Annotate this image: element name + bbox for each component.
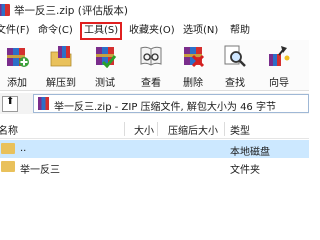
wizard-button[interactable]: 向导 [258,40,300,90]
list-item-parent[interactable]: .. 本地磁盘 [0,140,309,158]
row-type: 本地磁盘 [230,147,270,158]
find-button[interactable]: 查找 [214,40,256,90]
title-bar: 举一反三.zip (评估版本) [0,0,309,21]
column-separator[interactable] [224,122,225,136]
wizard-icon [269,46,290,66]
file-list-empty-area[interactable] [0,176,309,209]
up-one-level-button[interactable]: ⬆ [2,96,18,112]
delete-icon [184,47,205,68]
folder-icon [1,143,15,154]
toolbar: 添加 解压到 测试 查看 删除 查找 向导 [0,40,309,91]
winrar-app-icon [0,4,10,16]
menu-commands[interactable]: 命令(C) [38,24,73,38]
window-title: 举一反三.zip (评估版本) [14,5,128,17]
view-label: 查看 [141,78,161,89]
add-button[interactable]: 添加 [0,40,38,90]
view-button[interactable]: 查看 [130,40,172,90]
zip-archive-icon [38,97,49,110]
add-books-icon [7,48,29,67]
folder-icon [1,161,15,172]
delete-label: 删除 [183,78,203,89]
file-list-header: 名称 大小 压缩后大小 类型 [0,120,309,139]
test-button[interactable]: 测试 [84,40,126,90]
row-type: 文件夹 [230,165,260,176]
test-label: 测试 [95,78,115,89]
menu-help[interactable]: 帮助 [230,24,250,38]
archive-path-field[interactable]: 举一反三.zip - ZIP 压缩文件, 解包大小为 46 字节 [33,94,309,113]
extract-to-icon [50,46,72,67]
menu-options[interactable]: 选项(N) [183,24,218,38]
row-name: .. [20,143,27,154]
column-separator[interactable] [157,122,158,136]
find-icon [224,45,246,67]
menu-file[interactable]: 文件(F) [0,24,30,38]
test-icon [96,47,117,68]
archive-info-text: 举一反三.zip - ZIP 压缩文件, 解包大小为 46 字节 [54,102,276,113]
column-size[interactable]: 大小 [134,122,154,137]
column-name[interactable]: 名称 [0,122,18,137]
column-separator[interactable] [124,122,125,136]
menu-tools[interactable]: 工具(S) [80,22,123,40]
view-icon [140,46,162,66]
delete-button[interactable]: 删除 [172,40,214,90]
extract-to-label: 解压到 [46,78,76,89]
up-arrow-icon: ⬆ [6,96,15,107]
column-type[interactable]: 类型 [230,122,250,137]
column-packed-size[interactable]: 压缩后大小 [168,122,218,137]
address-bar: ⬆ 举一反三.zip - ZIP 压缩文件, 解包大小为 46 字节 [0,93,309,114]
wizard-label: 向导 [269,78,289,89]
find-label: 查找 [225,78,245,89]
menu-favorites[interactable]: 收藏夹(O) [129,24,175,38]
row-name: 举一反三 [20,165,60,176]
add-label: 添加 [7,78,27,89]
menu-bar: 文件(F) 命令(C) 工具(S) 收藏夹(O) 选项(N) 帮助 [0,22,309,40]
list-item-folder[interactable]: 举一反三 文件夹 [0,158,309,176]
extract-to-button[interactable]: 解压到 [40,40,82,90]
